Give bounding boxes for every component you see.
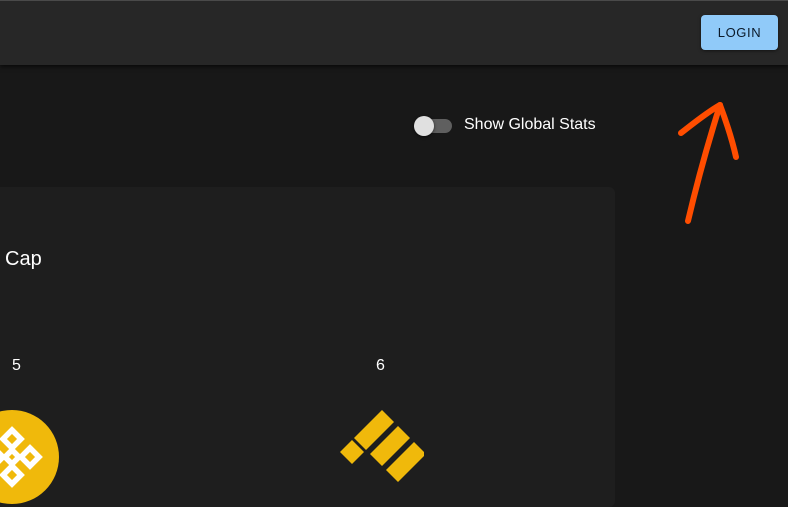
global-stats-label: Show Global Stats [464, 116, 596, 133]
arrow-up-icon [678, 102, 739, 224]
bnb-logo-icon[interactable] [0, 410, 59, 504]
global-stats-switch[interactable] [413, 115, 455, 137]
login-button[interactable]: LOGIN [701, 15, 778, 50]
coin-rank: 6 [376, 357, 385, 374]
switch-thumb[interactable] [414, 116, 434, 136]
market-cap-card [0, 187, 615, 507]
coin-rank: 5 [12, 357, 21, 374]
app-bar: LOGIN [0, 0, 788, 65]
card-title: Cap [5, 248, 42, 270]
app-bar-top-border [0, 0, 788, 1]
busd-logo-icon[interactable] [340, 408, 424, 492]
